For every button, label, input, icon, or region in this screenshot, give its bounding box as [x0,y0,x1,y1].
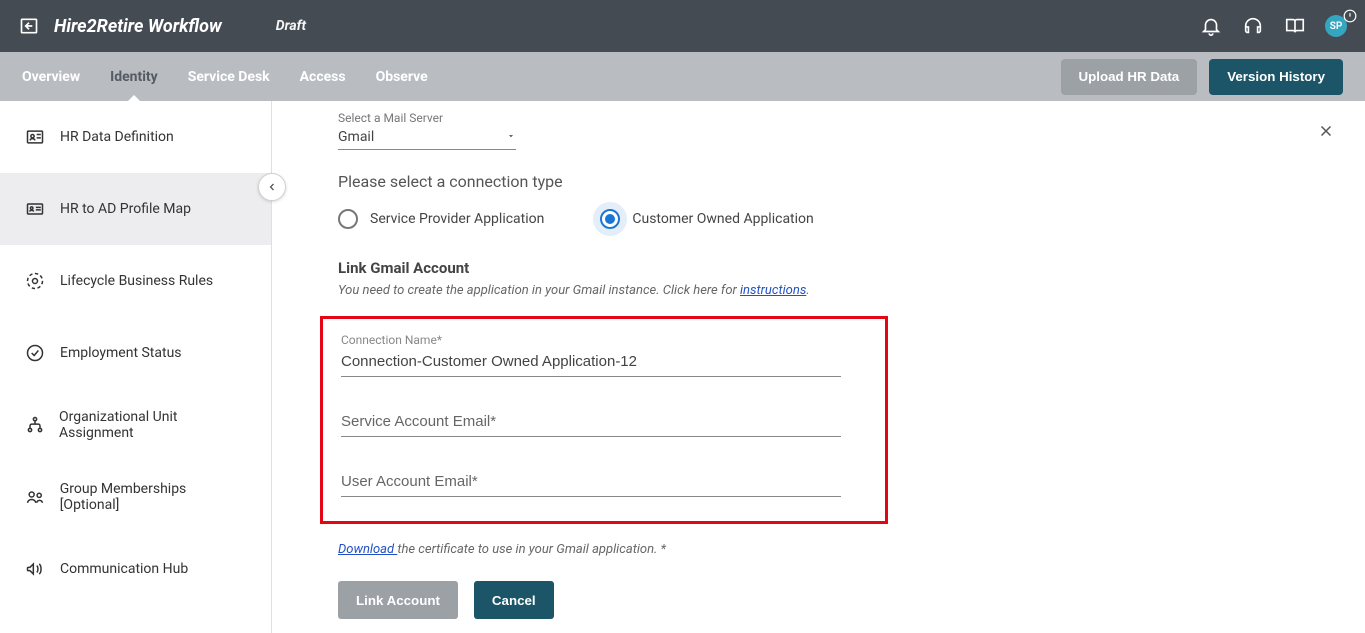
sidebar-item-group-memberships[interactable]: Group Memberships [Optional] [0,461,271,533]
avatar[interactable]: SP [1325,15,1347,37]
sidebar-item-label: Lifecycle Business Rules [60,273,213,289]
tab-observe[interactable]: Observe [376,69,428,85]
close-icon[interactable] [1317,121,1335,145]
instructions-link[interactable]: instructions [740,283,806,298]
connection-name-label: Connection Name* [341,333,867,347]
tab-access[interactable]: Access [300,69,346,85]
mail-server-label: Select a Mail Server [338,111,1365,125]
lifecycle-icon [24,270,46,292]
connection-type-title: Please select a connection type [338,172,1365,191]
sidebar-item-employment-status[interactable]: Employment Status [0,317,271,389]
cancel-button[interactable]: Cancel [474,581,554,619]
draft-label: Draft [276,18,306,34]
connection-type-radio-group: Service Provider Application Customer Ow… [338,209,1365,229]
main-content: Select a Mail Server Gmail Please select… [272,101,1365,633]
sidebar-item-hr-data-definition[interactable]: HR Data Definition [0,101,271,173]
top-header: Hire2Retire Workflow Draft SP [0,0,1365,52]
tab-bar: Overview Identity Service Desk Access Ob… [0,52,1365,101]
sidebar-item-label: HR Data Definition [60,129,174,145]
tab-service-desk[interactable]: Service Desk [188,69,270,85]
id-card-icon [24,126,46,148]
sidebar-item-label: Communication Hub [60,561,188,577]
highlighted-form-box: Connection Name* [320,316,888,524]
collapse-sidebar-button[interactable] [258,173,286,201]
headset-icon[interactable] [1241,14,1265,38]
tab-identity[interactable]: Identity [110,69,158,85]
radio-circle-icon [338,209,358,229]
sidebar-item-ou-assignment[interactable]: Organizational Unit Assignment [0,389,271,461]
link-account-heading: Link Gmail Account [338,259,1365,277]
group-icon [24,486,46,508]
link-account-button[interactable]: Link Account [338,581,458,619]
avatar-initials: SP [1330,21,1343,32]
sidebar-item-label: Group Memberships [Optional] [60,481,247,513]
sidebar-item-label: HR to AD Profile Map [60,201,191,217]
download-cert-link[interactable]: Download [338,542,397,557]
alert-icon [1343,9,1357,27]
service-account-email-input[interactable] [341,409,841,437]
app-title: Hire2Retire Workflow [54,16,222,37]
radio-label: Service Provider Application [370,211,544,227]
mail-server-select[interactable]: Gmail [338,125,516,150]
version-history-button[interactable]: Version History [1209,59,1343,95]
megaphone-icon [24,558,46,580]
user-account-email-input[interactable] [341,469,841,497]
chevron-down-icon [506,129,516,145]
download-cert-line: Download the certificate to use in your … [338,542,1365,557]
sidebar-item-hr-to-ad-profile-map[interactable]: HR to AD Profile Map [0,173,271,245]
back-icon[interactable] [18,15,40,37]
action-row: Link Account Cancel [338,581,1365,619]
radio-service-provider-app[interactable]: Service Provider Application [338,209,544,229]
radio-customer-owned-app[interactable]: Customer Owned Application [600,209,813,229]
tab-overview[interactable]: Overview [22,69,80,85]
sidebar-item-lifecycle-rules[interactable]: Lifecycle Business Rules [0,245,271,317]
upload-hr-data-button[interactable]: Upload HR Data [1061,59,1198,95]
check-circle-icon [24,342,46,364]
sidebar-item-label: Organizational Unit Assignment [59,409,247,441]
profile-map-icon [24,198,46,220]
connection-name-input[interactable] [341,349,841,377]
radio-circle-icon [600,209,620,229]
link-account-hint: You need to create the application in yo… [338,283,1365,298]
sidebar-item-communication-hub[interactable]: Communication Hub [0,533,271,605]
sidebar: HR Data Definition HR to AD Profile Map … [0,101,272,633]
sidebar-item-label: Employment Status [60,345,182,361]
mail-server-value: Gmail [338,129,374,145]
bell-icon[interactable] [1199,14,1223,38]
org-tree-icon [24,414,45,436]
radio-label: Customer Owned Application [632,211,813,227]
book-icon[interactable] [1283,14,1307,38]
